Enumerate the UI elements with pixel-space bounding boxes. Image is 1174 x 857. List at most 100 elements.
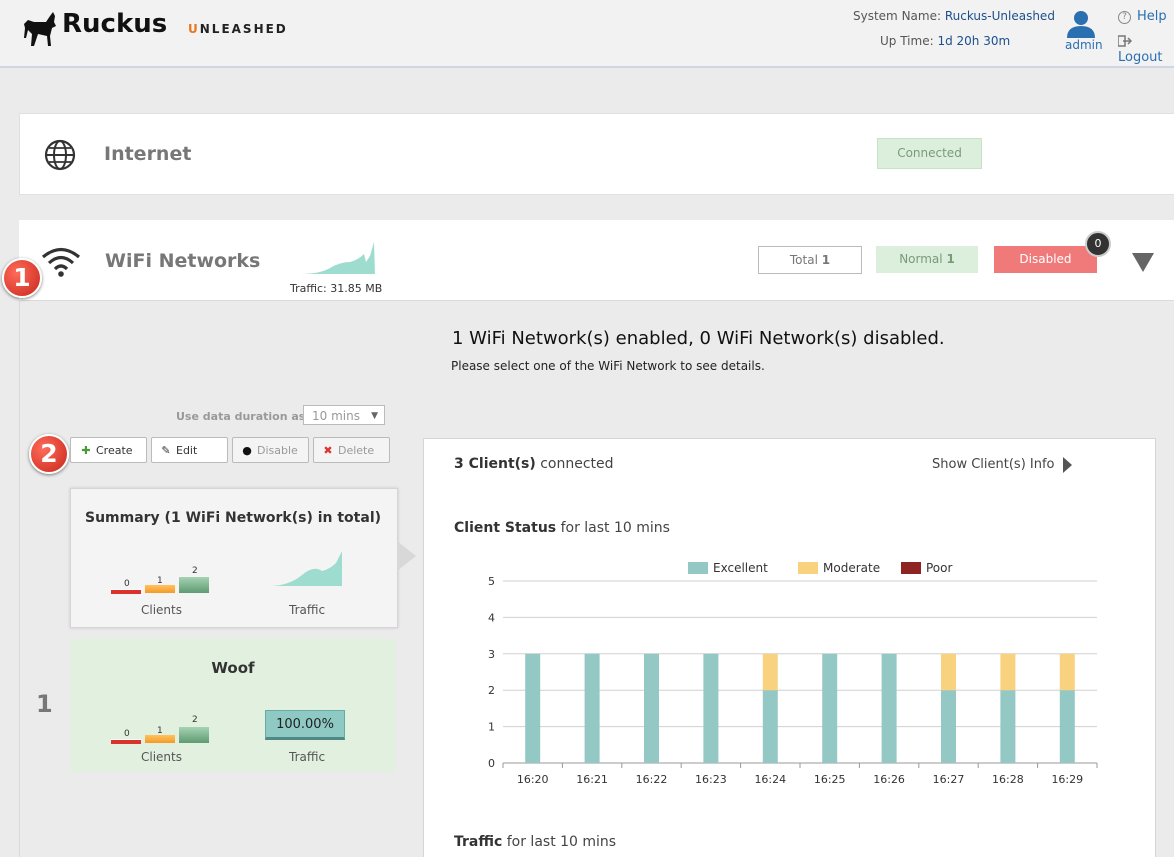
bar-moderate xyxy=(1059,653,1075,691)
wifi-icon xyxy=(41,247,81,277)
woof-clients-label: Clients xyxy=(141,750,182,764)
total-count-button[interactable]: Total 1 xyxy=(758,246,862,274)
user-name-link[interactable]: admin xyxy=(1065,38,1103,52)
bar-excellent xyxy=(525,653,541,763)
bar-moderate xyxy=(762,653,778,691)
step-1-marker: 1 xyxy=(2,258,42,298)
x-tick-label: 16:23 xyxy=(695,773,727,786)
delete-label: Delete xyxy=(338,444,375,457)
clients-connected: 3 Client(s) connected xyxy=(454,456,614,472)
duration-label: Use data duration as : xyxy=(176,410,314,423)
logout-link[interactable]: Logout xyxy=(1117,35,1174,65)
y-tick-label: 5 xyxy=(488,575,495,588)
bar-excellent xyxy=(1059,690,1075,763)
x-tick-label: 16:27 xyxy=(933,773,965,786)
duration-value: 10 mins xyxy=(312,409,360,423)
client-status-chart: 0 1 2 3 4 5 16:20 16:21 16:22 16:23 16:24 16:25 16:2… xyxy=(488,561,1098,786)
x-tick-label: 16:20 xyxy=(517,773,549,786)
bar-moderate xyxy=(941,653,956,691)
client-status-suffix: for last 10 mins xyxy=(556,520,670,536)
internet-title: Internet xyxy=(104,143,192,165)
chevron-right-icon[interactable] xyxy=(1063,457,1072,473)
traffic-title: Traffic for last 10 mins xyxy=(454,834,616,850)
disabled-count-button[interactable]: Disabled xyxy=(994,246,1097,273)
legend-swatch-moderate xyxy=(798,562,818,574)
summary-clients-poor-bar xyxy=(111,589,141,593)
clients-suffix: connected xyxy=(535,456,614,472)
pencil-icon: ✎ xyxy=(161,444,171,457)
x-icon: ✖ xyxy=(323,444,333,457)
y-tick-label: 3 xyxy=(488,648,495,661)
total-value: 1 xyxy=(821,253,831,267)
internet-card[interactable] xyxy=(19,113,1174,195)
bar-excellent xyxy=(881,653,897,763)
edit-label: Edit xyxy=(176,444,198,457)
edit-button[interactable]: ✎ Edit xyxy=(151,437,228,463)
wifi-traffic-total: Traffic: 31.85 MB xyxy=(290,282,383,295)
create-button[interactable]: ✚ Create xyxy=(70,437,147,463)
legend-label-excellent: Excellent xyxy=(713,561,768,575)
client-status-label: Client Status xyxy=(454,520,557,536)
summary-tile[interactable] xyxy=(70,488,398,628)
wifi-networks-title: WiFi Networks xyxy=(105,250,261,272)
collapse-arrow-icon[interactable] xyxy=(1132,253,1154,272)
disable-label: Disable xyxy=(257,444,298,457)
y-tick-label: 1 xyxy=(488,721,495,734)
legend-label-moderate: Moderate xyxy=(823,561,880,575)
woof-clients-poor-bar xyxy=(111,739,141,743)
system-name: System Name: Ruckus-Unleashed xyxy=(853,9,1055,23)
product-name: UNLEASHED xyxy=(188,22,288,36)
brand-logo-text: Ruckus xyxy=(62,9,168,39)
woof-traffic-share: 100.00% xyxy=(265,710,345,740)
wifi-summary-hint: Please select one of the WiFi Network to… xyxy=(451,359,765,373)
traffic-label: Traffic xyxy=(454,834,503,850)
bar-moderate xyxy=(1000,653,1016,691)
bar-excellent xyxy=(1000,690,1016,763)
question-icon: ? xyxy=(1118,11,1131,24)
summary-clients-excellent-count: 2 xyxy=(192,566,198,576)
traffic-suffix: for last 10 mins xyxy=(502,834,617,850)
internet-status-badge: Connected xyxy=(877,138,982,169)
bar-excellent xyxy=(941,690,956,763)
summary-traffic-sparkline xyxy=(272,551,342,586)
summary-clients-poor-count: 0 xyxy=(124,579,130,589)
dropdown-caret-icon: ▼ xyxy=(371,411,378,421)
traffic-sparkline xyxy=(300,242,375,274)
disable-button[interactable]: ● Disable xyxy=(232,437,309,463)
delete-button[interactable]: ✖ Delete xyxy=(313,437,390,463)
y-tick-label: 4 xyxy=(488,611,495,624)
woof-clients-excellent-count: 2 xyxy=(192,715,198,725)
summary-clients-label: Clients xyxy=(141,603,182,617)
duration-select[interactable]: 10 mins ▼ xyxy=(303,405,385,425)
show-client-info-link[interactable]: Show Client(s) Info xyxy=(932,457,1055,472)
user-avatar-icon[interactable] xyxy=(1064,10,1098,38)
woof-clients-poor-count: 0 xyxy=(124,729,130,739)
normal-count-button[interactable]: Normal 1 xyxy=(876,246,978,273)
bar-excellent xyxy=(762,690,778,763)
bar-excellent xyxy=(644,653,659,763)
uptime-value: 1d 20h 30m xyxy=(937,34,1011,48)
bar-excellent xyxy=(822,653,838,763)
summary-clients-moderate-bar xyxy=(145,585,175,593)
summary-traffic-label: Traffic xyxy=(289,603,326,617)
x-tick-label: 16:25 xyxy=(814,773,846,786)
x-tick-label: 16:22 xyxy=(636,773,668,786)
system-name-label: System Name: xyxy=(853,9,942,23)
create-label: Create xyxy=(96,444,133,457)
network-name: Woof xyxy=(211,659,255,677)
summary-clients-excellent-bar xyxy=(179,577,209,593)
legend-swatch-excellent xyxy=(688,562,708,574)
uptime-label: Up Time: xyxy=(880,34,934,48)
x-tick-label: 16:28 xyxy=(992,773,1024,786)
help-link[interactable]: ? Help xyxy=(1118,9,1167,24)
logout-icon xyxy=(1117,35,1133,47)
x-tick-label: 16:24 xyxy=(754,773,786,786)
normal-value: 1 xyxy=(946,252,955,266)
x-tick-label: 16:21 xyxy=(576,773,608,786)
legend-swatch-poor xyxy=(901,562,921,574)
logout-label: Logout xyxy=(1118,50,1163,65)
dot-icon: ● xyxy=(242,444,252,457)
plus-icon: ✚ xyxy=(81,444,91,457)
bar-excellent xyxy=(584,653,600,763)
network-index: 1 xyxy=(36,690,53,718)
